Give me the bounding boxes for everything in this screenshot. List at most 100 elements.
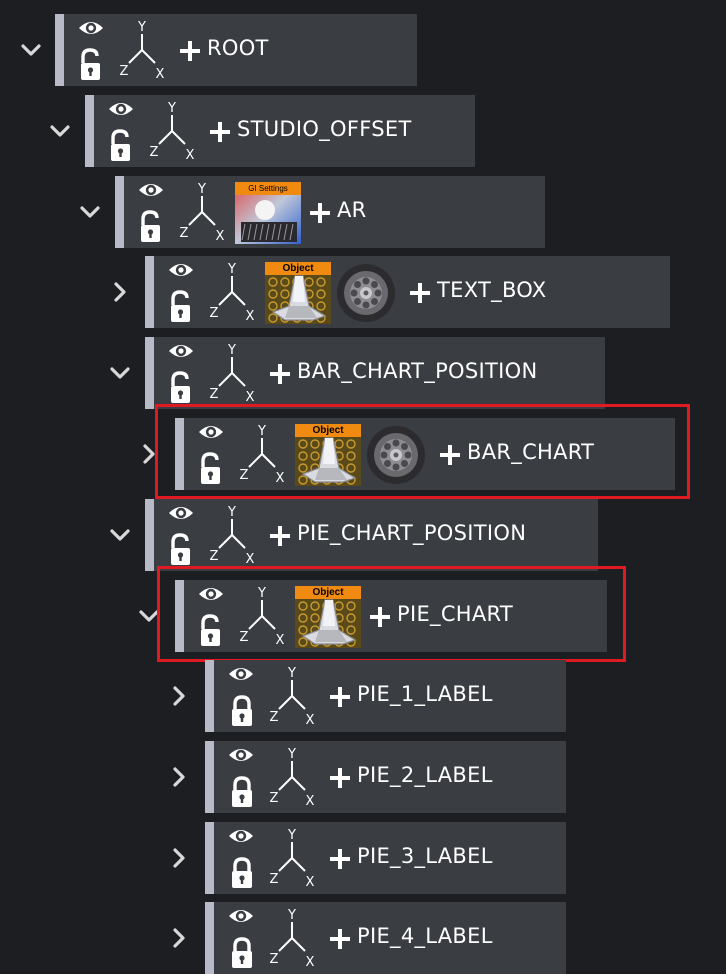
node-label: TEXT_BOX bbox=[437, 278, 547, 302]
eye-icon[interactable] bbox=[138, 180, 164, 200]
chevron-right-icon[interactable] bbox=[166, 764, 192, 790]
lock-icon[interactable] bbox=[228, 936, 256, 970]
node-panel[interactable]: Y Z X Object TEXT_BOX bbox=[145, 256, 670, 328]
eye-icon[interactable] bbox=[168, 503, 194, 523]
plus-icon[interactable] bbox=[179, 40, 201, 62]
thumbnail-label: GI Settings bbox=[235, 182, 301, 195]
unlock-icon[interactable] bbox=[198, 452, 226, 486]
svg-text:Z: Z bbox=[150, 145, 159, 160]
axis-gizmo-icon: Y Z X bbox=[264, 745, 320, 807]
chevron-down-icon[interactable] bbox=[18, 37, 44, 63]
chevron-right-icon[interactable] bbox=[136, 441, 162, 467]
node-label: BAR_CHART_POSITION bbox=[297, 359, 538, 383]
chevron-down-icon[interactable] bbox=[77, 199, 103, 225]
unlock-icon[interactable] bbox=[198, 614, 226, 648]
chevron-right-icon[interactable] bbox=[166, 925, 192, 951]
plus-icon[interactable] bbox=[269, 363, 291, 385]
chevron-down-icon[interactable] bbox=[136, 603, 162, 629]
axis-gizmo-icon: Y Z X bbox=[204, 260, 260, 322]
node-label: PIE_CHART_POSITION bbox=[297, 521, 527, 545]
svg-text:Y: Y bbox=[257, 586, 266, 601]
node-panel[interactable]: Y Z X PIE_2_LABEL bbox=[205, 741, 566, 813]
chevron-right-icon[interactable] bbox=[107, 279, 133, 305]
eye-icon[interactable] bbox=[78, 18, 104, 38]
plus-icon[interactable] bbox=[439, 444, 461, 466]
node-panel[interactable]: Y Z X PIE_3_LABEL bbox=[205, 822, 566, 894]
node-panel[interactable]: Y Z X PIE_CHART_POSITION bbox=[145, 499, 598, 571]
svg-text:Z: Z bbox=[270, 872, 279, 887]
lock-icon[interactable] bbox=[228, 775, 256, 809]
svg-text:Y: Y bbox=[287, 908, 296, 923]
svg-text:X: X bbox=[246, 552, 255, 565]
svg-text:Y: Y bbox=[137, 20, 146, 35]
plus-icon[interactable] bbox=[369, 606, 391, 628]
eye-icon[interactable] bbox=[228, 826, 254, 846]
eye-icon[interactable] bbox=[228, 906, 254, 926]
gi-settings-thumbnail[interactable]: GI Settings bbox=[235, 182, 301, 244]
unlock-icon[interactable] bbox=[108, 129, 136, 163]
node-panel[interactable]: Y Z X PIE_4_LABEL bbox=[205, 902, 566, 974]
svg-text:Y: Y bbox=[227, 343, 236, 358]
object-thumbnail[interactable]: Object bbox=[295, 586, 361, 648]
unlock-icon[interactable] bbox=[138, 210, 166, 244]
node-label: PIE_4_LABEL bbox=[357, 924, 493, 948]
tree-node-studio-offset: Y Z X STUDIO_OFFSET bbox=[0, 95, 726, 167]
axis-gizmo-icon: Y Z X bbox=[144, 99, 200, 161]
axis-gizmo-icon: Y Z X bbox=[234, 584, 290, 646]
lock-icon[interactable] bbox=[228, 694, 256, 728]
lock-icon[interactable] bbox=[228, 856, 256, 890]
object-thumbnail[interactable]: Object bbox=[265, 262, 331, 324]
svg-text:Z: Z bbox=[180, 226, 189, 241]
node-panel[interactable]: Y Z X STUDIO_OFFSET bbox=[85, 95, 475, 167]
svg-text:Z: Z bbox=[270, 952, 279, 967]
unlock-icon[interactable] bbox=[168, 371, 196, 405]
unlock-icon[interactable] bbox=[168, 533, 196, 567]
node-label: PIE_2_LABEL bbox=[357, 763, 493, 787]
eye-icon[interactable] bbox=[168, 260, 194, 280]
plus-icon[interactable] bbox=[329, 848, 351, 870]
plus-icon[interactable] bbox=[309, 202, 331, 224]
eye-icon[interactable] bbox=[228, 664, 254, 684]
object-thumbnail[interactable]: Object bbox=[295, 424, 361, 486]
node-panel[interactable]: Y Z X BAR_CHART_POSITION bbox=[145, 337, 605, 409]
chevron-right-icon[interactable] bbox=[166, 845, 192, 871]
axis-gizmo-icon: Y Z X bbox=[114, 18, 170, 80]
thumbnail-label: Object bbox=[295, 424, 361, 437]
node-panel[interactable]: Y Z X ROOT bbox=[55, 14, 417, 86]
node-panel[interactable]: Y Z X Object BAR_CHART bbox=[175, 418, 675, 490]
svg-text:X: X bbox=[246, 390, 255, 403]
geometry-wheel-icon[interactable] bbox=[365, 424, 427, 486]
tree-node-root: Y Z X ROOT bbox=[0, 14, 726, 86]
node-label: BAR_CHART bbox=[467, 440, 595, 464]
svg-text:Y: Y bbox=[227, 505, 236, 520]
node-panel[interactable]: Y Z X GI Settings AR bbox=[115, 176, 545, 248]
plus-icon[interactable] bbox=[329, 767, 351, 789]
chevron-down-icon[interactable] bbox=[107, 360, 133, 386]
node-label: PIE_CHART bbox=[397, 602, 514, 626]
plus-icon[interactable] bbox=[329, 928, 351, 950]
eye-icon[interactable] bbox=[198, 584, 224, 604]
node-label: STUDIO_OFFSET bbox=[237, 117, 412, 141]
eye-icon[interactable] bbox=[168, 341, 194, 361]
node-panel[interactable]: Y Z X Object PIE_CHART bbox=[175, 580, 607, 652]
eye-icon[interactable] bbox=[198, 422, 224, 442]
chevron-down-icon[interactable] bbox=[47, 118, 73, 144]
plus-icon[interactable] bbox=[209, 121, 231, 143]
axis-gizmo-icon: Y Z X bbox=[204, 503, 260, 565]
svg-text:X: X bbox=[306, 713, 315, 726]
plus-icon[interactable] bbox=[409, 282, 431, 304]
eye-icon[interactable] bbox=[228, 745, 254, 765]
unlock-icon[interactable] bbox=[168, 290, 196, 324]
plus-icon[interactable] bbox=[329, 686, 351, 708]
axis-gizmo-icon: Y Z X bbox=[264, 664, 320, 726]
eye-icon[interactable] bbox=[108, 99, 134, 119]
svg-text:Z: Z bbox=[210, 387, 219, 402]
geometry-wheel-icon[interactable] bbox=[335, 262, 397, 324]
chevron-down-icon[interactable] bbox=[107, 522, 133, 548]
svg-text:X: X bbox=[216, 229, 225, 242]
tree-node-text-box: Y Z X Object TEXT_BOX bbox=[0, 256, 726, 328]
node-panel[interactable]: Y Z X PIE_1_LABEL bbox=[205, 660, 566, 732]
unlock-icon[interactable] bbox=[78, 48, 106, 82]
plus-icon[interactable] bbox=[269, 525, 291, 547]
chevron-right-icon[interactable] bbox=[166, 683, 192, 709]
